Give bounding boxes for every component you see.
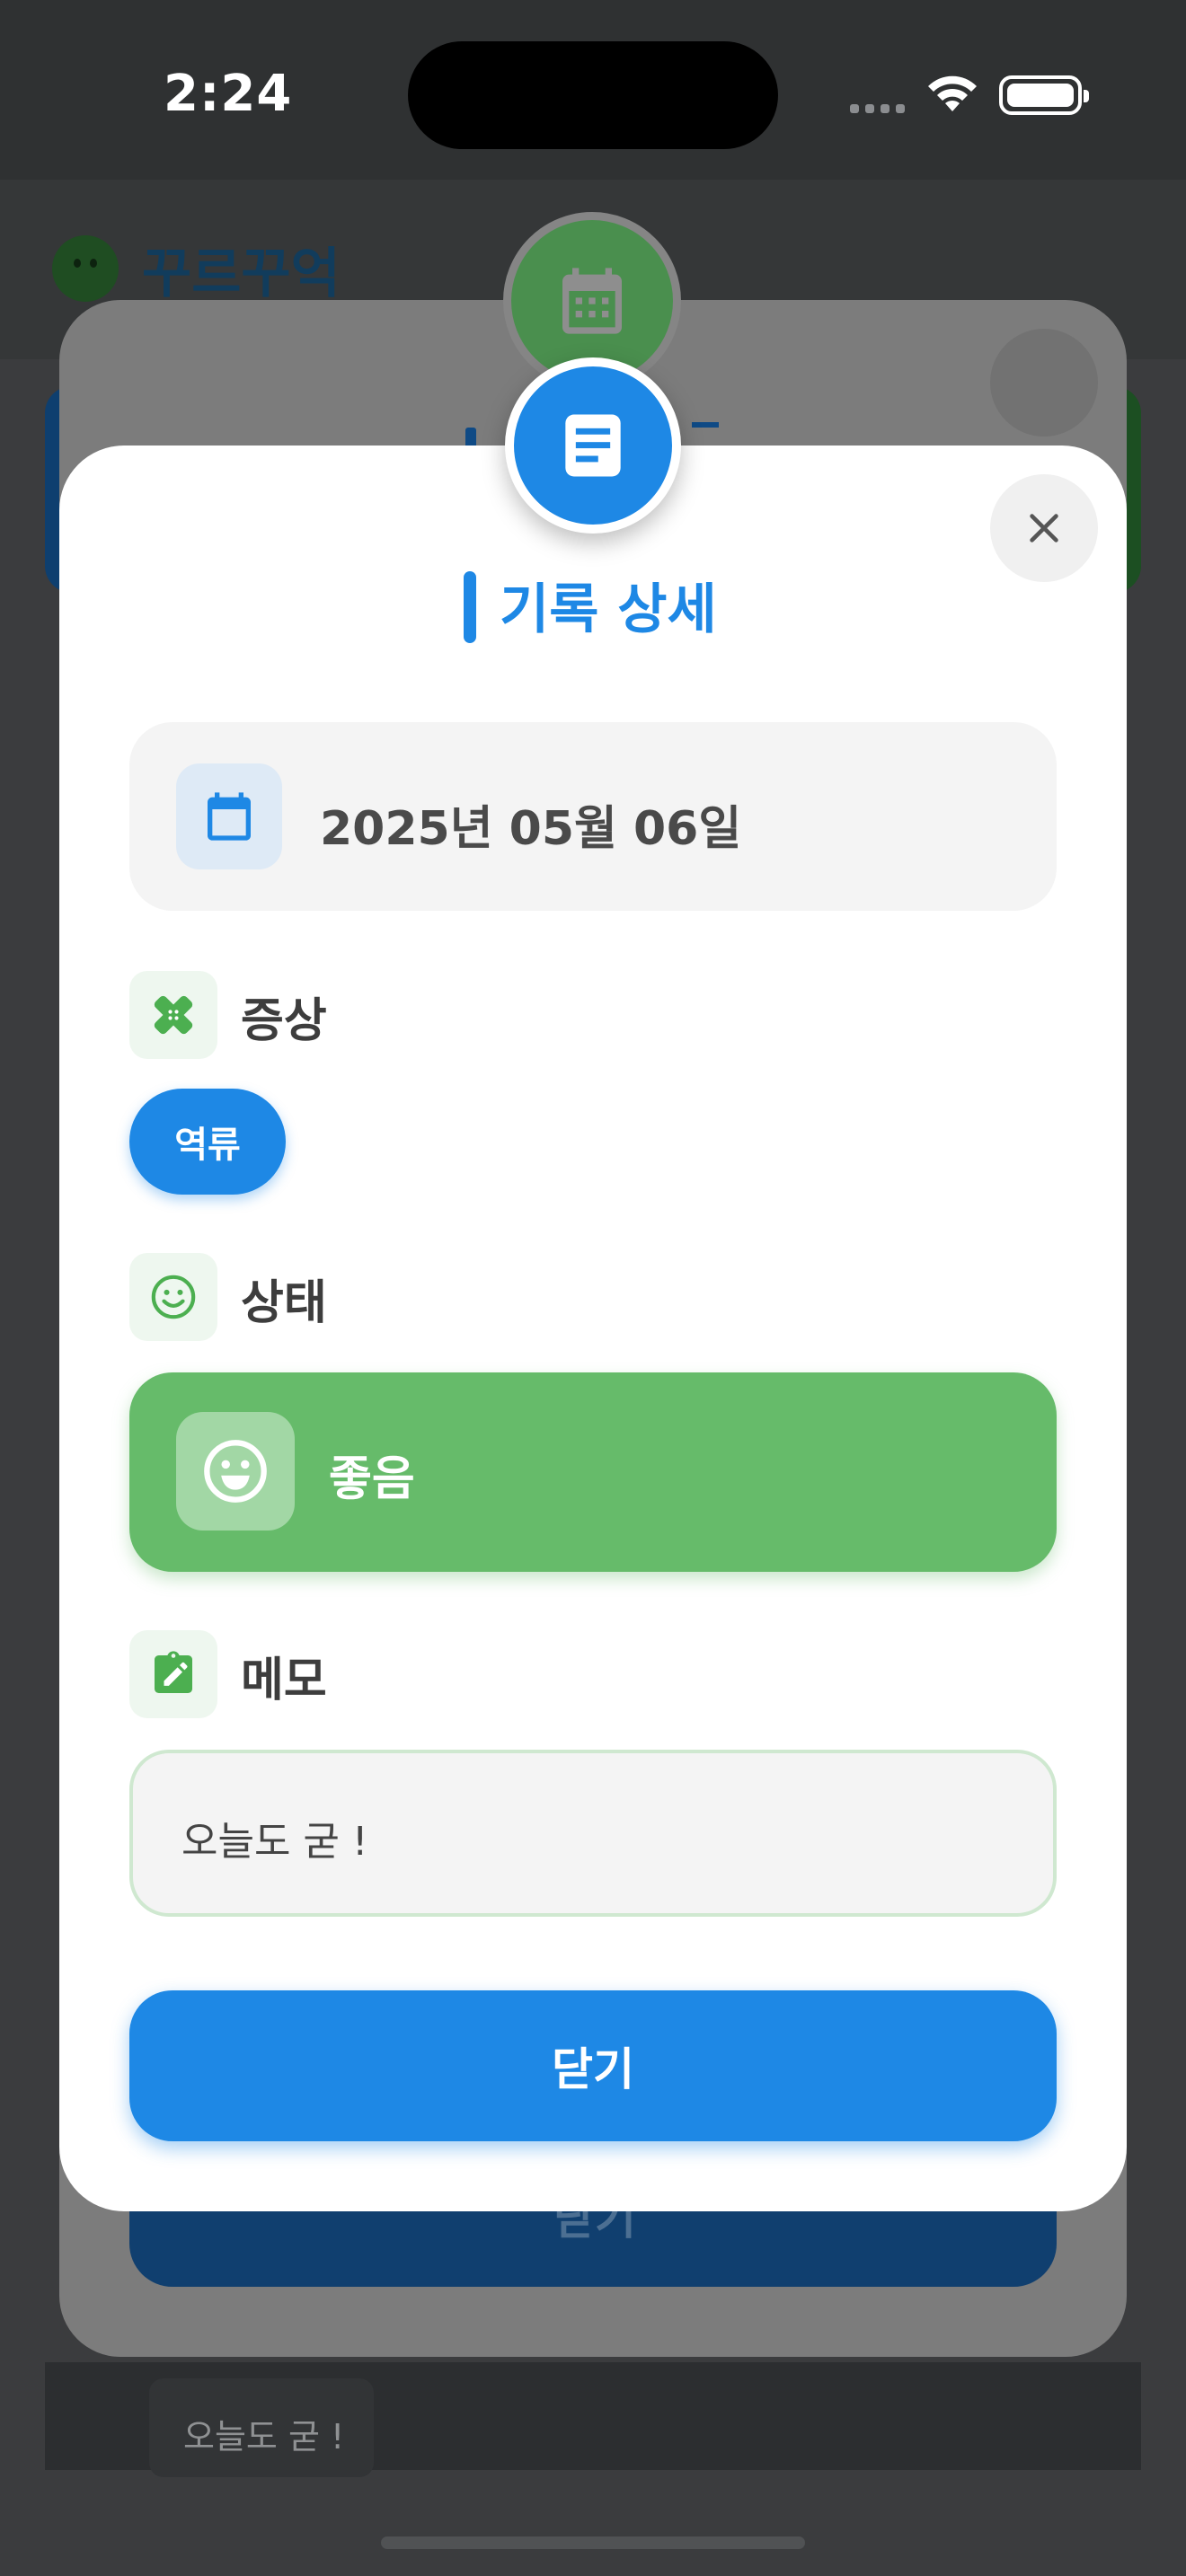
status-value: 좋음: [329, 1452, 415, 1506]
back-dialog-close-button: [990, 329, 1098, 437]
app-title: 꾸르꾸억: [142, 243, 341, 305]
symptoms-label: 증상: [241, 994, 327, 1048]
close-dialog-button[interactable]: [990, 474, 1098, 582]
calendar-icon: [176, 763, 282, 869]
dynamic-island: [408, 41, 778, 149]
dialog-title: 기록 상세: [500, 578, 717, 641]
close-button[interactable]: 닫기: [129, 1990, 1057, 2141]
clipboard-edit-icon: [129, 1630, 217, 1718]
battery-icon: [999, 75, 1089, 115]
memo-label: 메모: [241, 1654, 327, 1707]
symptom-chip: 역류: [129, 1089, 286, 1195]
memo-text: 오늘도 굳 !: [181, 1819, 368, 1865]
app-logo: [52, 235, 119, 302]
smile-icon: [129, 1253, 217, 1341]
close-icon: [1030, 514, 1058, 543]
back-dialog-title-fragment: [692, 422, 719, 446]
smile-icon: [176, 1412, 295, 1531]
status-label: 상태: [241, 1276, 327, 1330]
bandage-icon: [129, 971, 217, 1059]
cellular-signal-icon: [850, 104, 905, 113]
record-detail-dialog: [59, 446, 1127, 2211]
record-date: 2025년 05월 06일: [320, 802, 742, 856]
title-accent-bar: [464, 571, 476, 643]
wifi-icon: [925, 75, 979, 119]
status-time: 2:24: [164, 65, 293, 123]
background-memo-text: 오늘도 굳 !: [183, 2417, 345, 2457]
document-icon: [505, 357, 681, 534]
home-indicator: [381, 2536, 805, 2549]
